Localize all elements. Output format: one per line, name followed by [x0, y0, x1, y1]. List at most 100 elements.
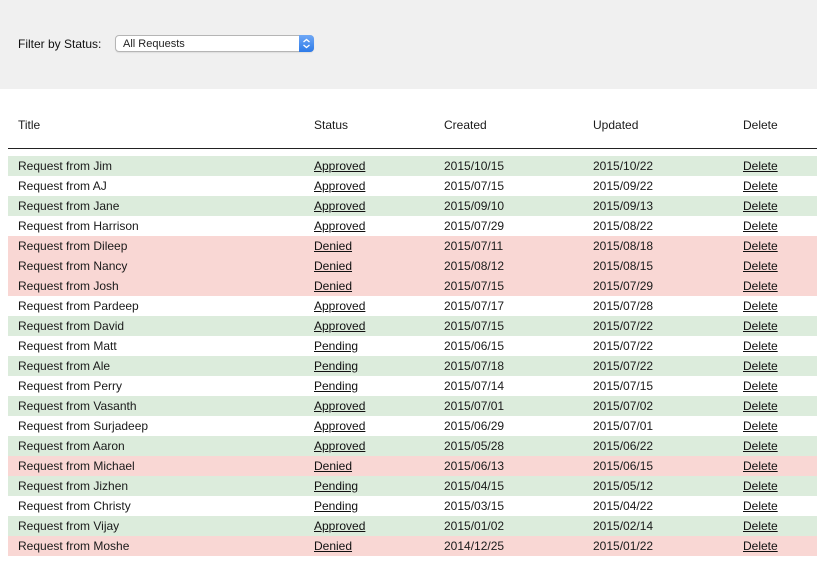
- row-status-link[interactable]: Approved: [314, 296, 365, 316]
- row-delete-link[interactable]: Delete: [743, 496, 778, 516]
- row-created: 2015/08/12: [444, 259, 505, 273]
- row-title: Request from Vasanth: [18, 399, 137, 413]
- row-delete-link[interactable]: Delete: [743, 196, 778, 216]
- table-row: Request from Perry Pending 2015/07/14 2015/…: [8, 376, 817, 396]
- row-status-link[interactable]: Approved: [314, 436, 365, 456]
- row-updated: 2015/06/22: [593, 439, 654, 453]
- row-status-link[interactable]: Denied: [314, 536, 352, 556]
- row-delete-link[interactable]: Delete: [743, 416, 778, 436]
- row-delete-link[interactable]: Delete: [743, 216, 778, 236]
- row-created: 2015/06/13: [444, 459, 505, 473]
- column-header-status: Status: [314, 118, 349, 132]
- row-status-link[interactable]: Approved: [314, 516, 365, 536]
- row-delete-link[interactable]: Delete: [743, 296, 778, 316]
- row-delete-link[interactable]: Delete: [743, 396, 778, 416]
- row-title: Request from Dileep: [18, 239, 128, 253]
- row-delete-link[interactable]: Delete: [743, 236, 778, 256]
- row-created: 2015/07/11: [444, 239, 504, 253]
- row-created: 2015/07/15: [444, 279, 505, 293]
- row-status-link[interactable]: Pending: [314, 336, 358, 356]
- row-status-link[interactable]: Approved: [314, 416, 365, 436]
- row-status-link[interactable]: Approved: [314, 156, 365, 176]
- row-delete-link[interactable]: Delete: [743, 336, 778, 356]
- status-filter-select[interactable]: All Requests: [115, 35, 314, 52]
- row-updated: 2015/04/22: [593, 499, 654, 513]
- row-updated: 2015/07/15: [593, 379, 654, 393]
- row-updated: 2015/07/28: [593, 299, 654, 313]
- table-row: Request from Ale Pending 2015/07/18 2015/07…: [8, 356, 817, 376]
- row-delete-link[interactable]: Delete: [743, 316, 778, 336]
- table-row: Request from Nancy Denied 2015/08/12 2015/0…: [8, 256, 817, 276]
- row-created: 2015/07/18: [444, 359, 505, 373]
- table-row: Request from Matt Pending 2015/06/15 2015/0…: [8, 336, 817, 356]
- row-updated: 2015/10/22: [593, 159, 654, 173]
- row-updated: 2015/07/22: [593, 319, 654, 333]
- row-status-link[interactable]: Approved: [314, 176, 365, 196]
- row-delete-link[interactable]: Delete: [743, 256, 778, 276]
- row-updated: 2015/08/18: [593, 239, 654, 253]
- row-delete-link[interactable]: Delete: [743, 276, 778, 296]
- table-row: Request from Jane Approved 2015/09/10 2015/…: [8, 196, 817, 216]
- table-header: Title Status Created Updated Delete: [8, 118, 817, 134]
- row-title: Request from David: [18, 319, 125, 333]
- row-title: Request from Pardeep: [18, 299, 139, 313]
- row-updated: 2015/01/22: [593, 539, 654, 553]
- table-row: Request from Jim Approved 2015/10/15 2015/1…: [8, 156, 817, 176]
- row-updated: 2015/08/22: [593, 219, 654, 233]
- row-status-link[interactable]: Approved: [314, 216, 365, 236]
- row-created: 2015/07/15: [444, 319, 505, 333]
- row-status-link[interactable]: Pending: [314, 356, 358, 376]
- table-row: Request from Vijay Approved 2015/01/02 2015…: [8, 516, 817, 536]
- row-title: Request from Aaron: [18, 439, 125, 453]
- row-created: 2015/06/29: [444, 419, 505, 433]
- row-status-link[interactable]: Denied: [314, 456, 352, 476]
- row-status-link[interactable]: Pending: [314, 376, 358, 396]
- row-status-link[interactable]: Denied: [314, 276, 352, 296]
- row-title: Request from Matt: [18, 339, 117, 353]
- row-title: Request from Harrison: [18, 219, 139, 233]
- row-status-link[interactable]: Denied: [314, 256, 352, 276]
- table-row: Request from Jizhen Pending 2015/04/15 2015…: [8, 476, 817, 496]
- column-header-created: Created: [444, 118, 487, 132]
- row-updated: 2015/02/14: [593, 519, 654, 533]
- row-title: Request from Josh: [18, 279, 119, 293]
- row-delete-link[interactable]: Delete: [743, 536, 778, 556]
- row-delete-link[interactable]: Delete: [743, 176, 778, 196]
- row-delete-link[interactable]: Delete: [743, 156, 778, 176]
- row-title: Request from Nancy: [18, 259, 128, 273]
- row-delete-link[interactable]: Delete: [743, 376, 778, 396]
- row-delete-link[interactable]: Delete: [743, 456, 778, 476]
- row-status-link[interactable]: Pending: [314, 496, 358, 516]
- row-created: 2015/07/14: [444, 379, 505, 393]
- row-created: 2015/04/15: [444, 479, 505, 493]
- row-delete-link[interactable]: Delete: [743, 476, 778, 496]
- row-created: 2015/03/15: [444, 499, 505, 513]
- row-delete-link[interactable]: Delete: [743, 436, 778, 456]
- row-created: 2015/09/10: [444, 199, 505, 213]
- table-row: Request from Vasanth Approved 2015/07/01 20…: [8, 396, 817, 416]
- row-status-link[interactable]: Pending: [314, 476, 358, 496]
- filter-label: Filter by Status:: [18, 37, 102, 51]
- row-created: 2014/12/25: [444, 539, 505, 553]
- row-created: 2015/01/02: [444, 519, 505, 533]
- row-title: Request from Jane: [18, 199, 120, 213]
- filter-bar: Filter by Status: All Requests: [0, 0, 817, 89]
- table-row: Request from Christy Pending 2015/03/15 201…: [8, 496, 817, 516]
- row-status-link[interactable]: Approved: [314, 316, 365, 336]
- row-delete-link[interactable]: Delete: [743, 516, 778, 536]
- row-updated: 2015/07/22: [593, 359, 654, 373]
- row-status-link[interactable]: Approved: [314, 196, 365, 216]
- table-row: Request from Surjadeep Approved 2015/06/29…: [8, 416, 817, 436]
- row-updated: 2015/09/22: [593, 179, 654, 193]
- row-title: Request from Vijay: [18, 519, 120, 533]
- table-row: Request from Harrison Approved 2015/07/29 2…: [8, 216, 817, 236]
- column-header-title: Title: [18, 118, 41, 132]
- header-divider: [8, 148, 817, 149]
- row-status-link[interactable]: Denied: [314, 236, 352, 256]
- row-created: 2015/06/15: [444, 339, 505, 353]
- row-updated: 2015/08/15: [593, 259, 654, 273]
- row-created: 2015/10/15: [444, 159, 505, 173]
- row-title: Request from Jizhen: [18, 479, 129, 493]
- row-status-link[interactable]: Approved: [314, 396, 365, 416]
- row-delete-link[interactable]: Delete: [743, 356, 778, 376]
